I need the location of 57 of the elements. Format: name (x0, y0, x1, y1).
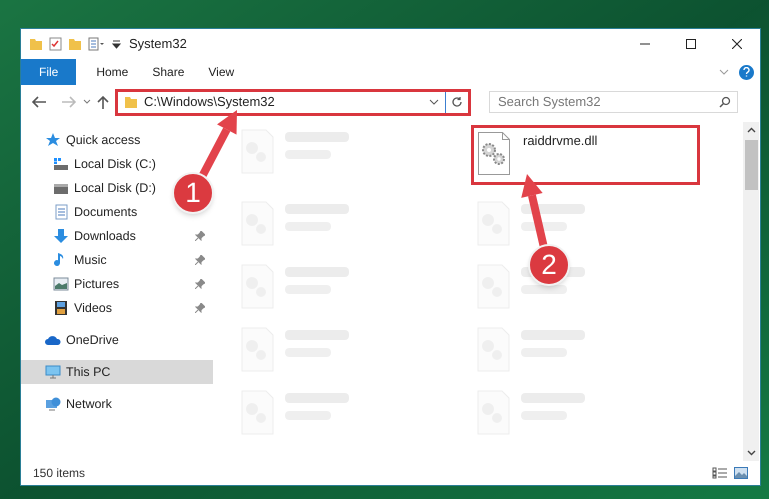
search-icon (719, 96, 731, 108)
nav-item[interactable]: Documents (21, 200, 140, 224)
gear-file-icon (477, 131, 511, 176)
ribbon-tab[interactable]: File (21, 59, 76, 85)
help-icon[interactable] (739, 64, 754, 80)
nav-item[interactable]: This PC (21, 360, 213, 384)
nav-item[interactable]: Music (21, 248, 213, 272)
checklist-icon[interactable] (49, 37, 62, 51)
pin-icon[interactable] (195, 255, 205, 265)
nav-item[interactable]: Network (21, 392, 213, 416)
chevron-up-icon[interactable] (746, 127, 756, 133)
nav-item[interactable]: Local Disk (C:) (21, 152, 158, 176)
file-item[interactable]: raiddrvme.dll (471, 125, 700, 185)
file-name: raiddrvme.dll (523, 133, 598, 150)
search-box[interactable]: Search System32 (489, 91, 738, 113)
nav-item[interactable]: Videos (21, 296, 213, 320)
pin-icon[interactable] (195, 279, 205, 289)
back-icon[interactable] (31, 96, 47, 108)
ribbon-tab[interactable]: View (196, 59, 246, 85)
search-field[interactable]: Search System32 (498, 92, 719, 112)
document-icon (53, 204, 69, 220)
nav-item[interactable]: Pictures (21, 272, 213, 296)
star-icon (45, 132, 61, 148)
scrollbar[interactable] (743, 122, 759, 461)
chevron-down-icon[interactable] (83, 99, 91, 105)
properties-icon[interactable] (88, 37, 106, 51)
refresh-icon[interactable] (451, 96, 463, 108)
drive-icon (53, 156, 69, 172)
maximize-icon (686, 39, 696, 49)
ribbon-tab[interactable]: Share (140, 59, 196, 85)
folder-icon (29, 38, 43, 50)
nav-item[interactable]: Local Disk (D:) (21, 176, 158, 200)
up-icon[interactable] (97, 95, 109, 109)
window-title: System32 (129, 35, 187, 54)
nav-item[interactable]: Quick access (21, 128, 213, 152)
details-view-icon[interactable] (712, 467, 728, 479)
pin-icon[interactable] (195, 303, 205, 313)
nav-item[interactable]: Downloads (21, 224, 213, 248)
folder-icon (124, 96, 138, 108)
dropdown-icon[interactable] (112, 39, 121, 49)
minimize-icon (640, 43, 650, 45)
picture-icon (53, 276, 69, 292)
scrollbar-thumb[interactable] (744, 140, 758, 190)
film-icon (53, 300, 69, 316)
nav-item[interactable]: OneDrive (21, 328, 213, 352)
tiles-view-icon[interactable] (734, 467, 748, 479)
down-arrow-icon (53, 228, 69, 244)
ribbon-tab[interactable]: Home (84, 59, 140, 85)
network-icon (45, 396, 61, 412)
pin-icon[interactable] (195, 231, 205, 241)
chevron-down-icon[interactable] (746, 450, 756, 456)
close-icon (732, 39, 742, 49)
monitor-icon (45, 364, 61, 380)
question-mark-icon (743, 67, 750, 77)
item-count: 150 items (33, 465, 86, 482)
chevron-down-icon[interactable] (429, 99, 439, 105)
address-field[interactable]: C:\Windows\System32 (115, 88, 471, 116)
